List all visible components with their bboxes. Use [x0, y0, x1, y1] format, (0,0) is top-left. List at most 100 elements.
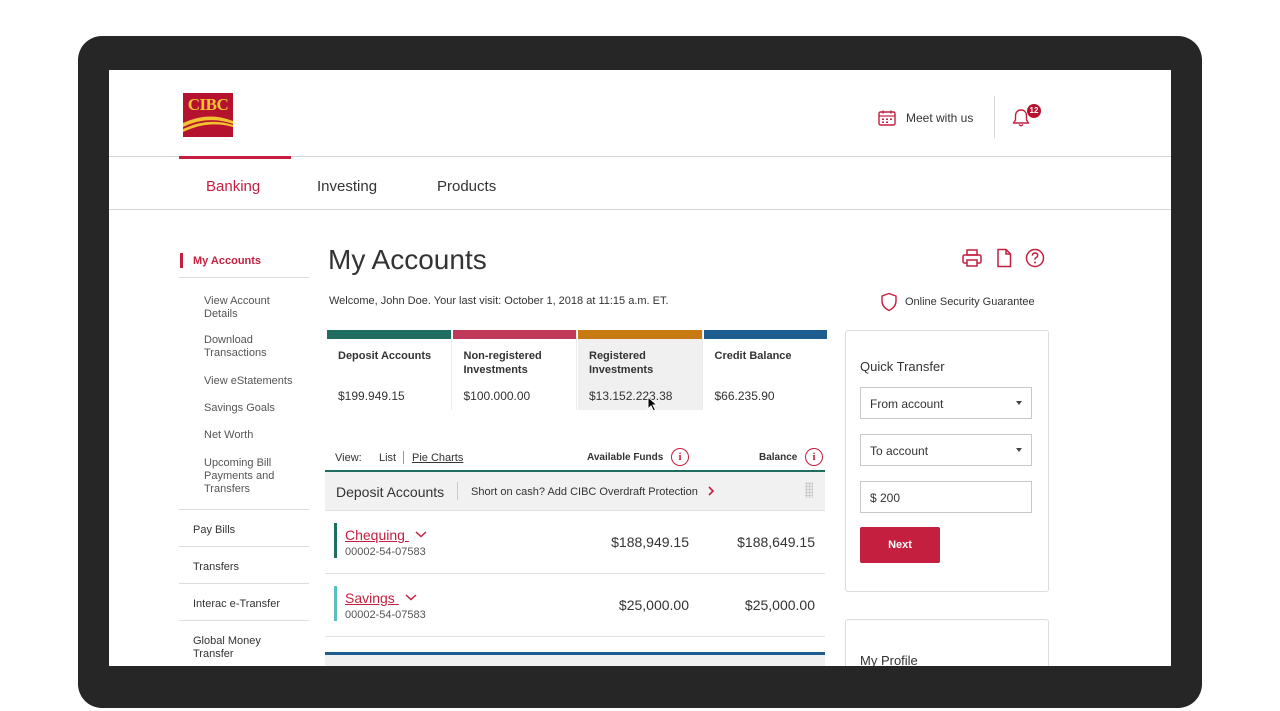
summary-color-bar [578, 330, 702, 339]
logo-swoosh-icon [183, 116, 233, 132]
deposit-accounts-title: Deposit Accounts [336, 484, 445, 500]
page-title: My Accounts [328, 244, 487, 275]
shield-icon [881, 292, 897, 312]
header-divider [994, 96, 995, 138]
account-available-funds: $25,000.00 [618, 597, 689, 613]
logo-text: CIBC [187, 95, 229, 114]
account-number: 00002-54-07583 [345, 546, 426, 558]
caret-down-icon [1016, 401, 1022, 405]
mouse-cursor-icon [647, 396, 659, 412]
account-name: Savings [345, 590, 395, 606]
sidebar-sub-download-transactions[interactable]: Download Transactions [204, 334, 304, 360]
summary-color-bar [703, 330, 827, 339]
print-icon[interactable] [961, 248, 983, 268]
summary-color-bar [452, 330, 576, 339]
sidebar-item-global-money-transfer[interactable]: Global Money Transfer [193, 635, 303, 661]
welcome-message: Welcome, John Doe. Your last visit: Octo… [329, 295, 669, 307]
tab-investing[interactable]: Investing [317, 178, 377, 195]
deposit-header-separator [457, 482, 458, 500]
account-color-bar [334, 586, 337, 621]
quick-transfer-title: Quick Transfer [860, 359, 945, 374]
sidebar-sub-savings-goals[interactable]: Savings Goals [204, 402, 304, 415]
chevron-down-icon[interactable] [415, 531, 427, 538]
account-number: 00002-54-07583 [345, 609, 426, 621]
table-row: Chequing 00002-54-07583 $188,949.15 $188… [325, 511, 825, 574]
view-pie-charts-link[interactable]: Pie Charts [412, 452, 463, 464]
online-security-guarantee-link[interactable]: Online Security Guarantee [880, 292, 1035, 312]
account-name-link[interactable]: Savings [345, 590, 417, 606]
chevron-down-icon[interactable] [405, 594, 417, 601]
account-summary: Deposit Accounts $199.949.15 Non-registe… [327, 330, 827, 412]
next-section-header [325, 655, 825, 666]
summary-card-registered[interactable]: Registered Investments $13.152.223.38 [578, 330, 703, 412]
my-profile-panel: My Profile [845, 619, 1049, 666]
help-icon[interactable] [1025, 248, 1045, 268]
page-tools [961, 248, 1045, 268]
summary-label: Deposit Accounts [338, 350, 432, 362]
notifications-button[interactable]: 12 [1011, 104, 1043, 130]
to-account-select[interactable]: To account [860, 434, 1032, 466]
calendar-icon [878, 110, 896, 126]
drag-handle-icon[interactable] [805, 482, 813, 498]
tab-products[interactable]: Products [437, 178, 496, 195]
overdraft-promo-link[interactable]: Short on cash? Add CIBC Overdraft Protec… [471, 486, 715, 498]
from-account-select[interactable]: From account [860, 387, 1032, 419]
account-color-bar [334, 523, 337, 558]
available-funds-header: Available Funds [587, 452, 664, 463]
sidebar-divider [179, 583, 309, 584]
sidebar-item-transfers[interactable]: Transfers [193, 561, 303, 574]
view-label: View: [335, 452, 362, 464]
summary-amount: $100.000.00 [463, 389, 531, 403]
sidebar-divider [179, 546, 309, 547]
chevron-right-icon [708, 486, 715, 496]
amount-input[interactable]: $ 200 [860, 481, 1032, 513]
sidebar-divider [179, 620, 309, 621]
summary-color-bar [327, 330, 451, 339]
meet-with-us-button[interactable]: Meet with us [878, 108, 973, 128]
security-label: Online Security Guarantee [905, 296, 1035, 308]
sidebar-item-pay-bills[interactable]: Pay Bills [193, 524, 303, 537]
screen: CIBC Meet with us 12 Banking Investing P… [109, 70, 1171, 666]
sidebar-sub-view-account-details[interactable]: View Account Details [204, 295, 304, 321]
account-available-funds: $188,949.15 [611, 534, 689, 550]
account-name: Chequing [345, 527, 405, 543]
to-account-value: To account [870, 444, 929, 458]
my-profile-title: My Profile [860, 653, 918, 666]
nav-divider-line [109, 209, 1171, 210]
summary-amount: $66.235.90 [714, 389, 775, 403]
next-button[interactable]: Next [860, 527, 940, 563]
sidebar-sub-net-worth[interactable]: Net Worth [204, 429, 304, 442]
sidebar-sub-view-estatements[interactable]: View eStatements [204, 375, 304, 388]
overdraft-promo-text: Short on cash? Add CIBC Overdraft Protec… [471, 486, 698, 498]
document-icon[interactable] [995, 248, 1013, 268]
summary-amount: $199.949.15 [338, 389, 405, 403]
summary-card-credit[interactable]: Credit Balance $66.235.90 [703, 330, 827, 410]
sidebar-item-interac-etransfer[interactable]: Interac e-Transfer [193, 598, 303, 611]
available-funds-info-icon[interactable]: i [671, 448, 689, 466]
sidebar-item-my-accounts[interactable]: My Accounts [193, 255, 261, 267]
summary-label: Non-registered Investments [463, 350, 542, 376]
from-account-value: From account [870, 397, 944, 411]
sidebar-active-marker [180, 253, 183, 268]
sidebar-divider [179, 509, 309, 510]
account-balance: $25,000.00 [744, 597, 815, 613]
summary-card-deposit[interactable]: Deposit Accounts $199.949.15 [327, 330, 452, 410]
sidebar-sub-upcoming-bill-payments[interactable]: Upcoming Bill Payments and Transfers [204, 457, 304, 496]
notification-badge: 12 [1027, 104, 1041, 118]
summary-label: Registered Investments [589, 350, 654, 376]
account-balance: $188,649.15 [737, 534, 815, 550]
balance-info-icon[interactable]: i [805, 448, 823, 466]
sidebar-divider [179, 277, 309, 278]
cibc-logo[interactable]: CIBC [183, 93, 233, 137]
meet-with-us-label: Meet with us [906, 111, 974, 125]
account-name-link[interactable]: Chequing [345, 527, 427, 543]
tab-banking[interactable]: Banking [206, 178, 260, 195]
deposit-accounts-header: Deposit Accounts Short on cash? Add CIBC… [325, 472, 825, 511]
active-tab-indicator [179, 156, 291, 159]
quick-transfer-panel: Quick Transfer From account To account $… [845, 330, 1049, 592]
summary-card-non-registered[interactable]: Non-registered Investments $100.000.00 [452, 330, 577, 410]
summary-label: Credit Balance [714, 350, 792, 362]
view-list-option[interactable]: List [379, 452, 396, 464]
summary-amount: $13.152.223.38 [589, 389, 673, 403]
table-row: Savings 00002-54-07583 $25,000.00 $25,00… [325, 574, 825, 637]
